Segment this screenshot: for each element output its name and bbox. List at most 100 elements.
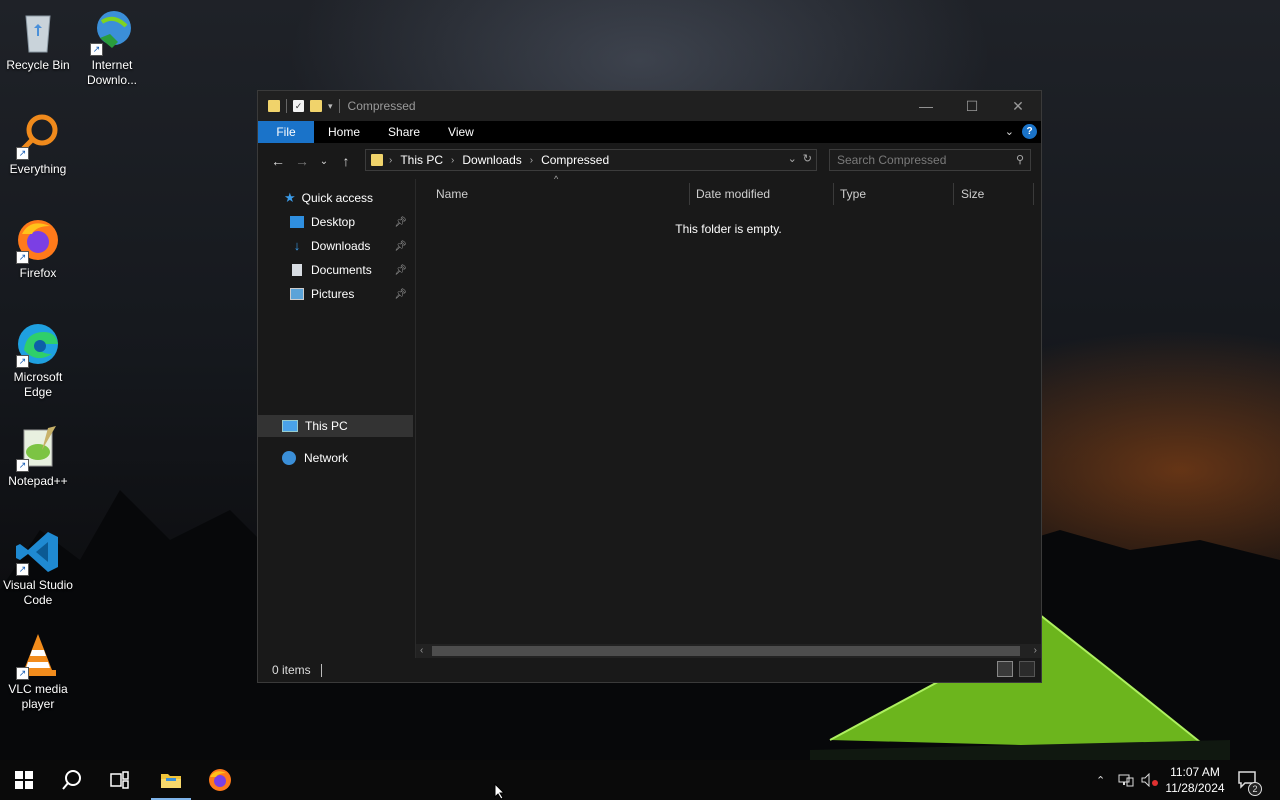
network-status-icon[interactable] bbox=[1118, 760, 1134, 800]
mouse-pointer-icon bbox=[494, 783, 506, 800]
scrollbar-thumb[interactable] bbox=[432, 646, 1020, 656]
column-divider[interactable] bbox=[1033, 183, 1034, 205]
tab-share[interactable]: Share bbox=[374, 121, 434, 143]
tab-home[interactable]: Home bbox=[314, 121, 374, 143]
new-folder-icon[interactable] bbox=[310, 100, 322, 112]
vlc-cone-icon: ↗ bbox=[14, 632, 62, 680]
breadcrumb-chevron-icon[interactable]: › bbox=[451, 155, 454, 166]
column-name[interactable]: Name bbox=[436, 187, 468, 201]
shortcut-arrow-icon: ↗ bbox=[16, 251, 29, 264]
nav-label: Documents bbox=[311, 263, 372, 277]
qat-separator bbox=[338, 99, 340, 113]
desktop-icon-recycle-bin[interactable]: Recycle Bin bbox=[0, 8, 76, 73]
download-arrow-icon: ↓ bbox=[293, 238, 301, 253]
nav-label: Pictures bbox=[311, 287, 355, 301]
start-button[interactable] bbox=[0, 760, 48, 800]
column-divider[interactable] bbox=[833, 183, 834, 205]
pin-icon[interactable]: 📌︎ bbox=[394, 217, 407, 228]
column-divider[interactable] bbox=[953, 183, 954, 205]
minimize-button[interactable]: — bbox=[903, 91, 949, 121]
forward-arrow-icon[interactable]: → bbox=[290, 153, 314, 169]
desktop-icon-label: Everything bbox=[9, 162, 67, 176]
pin-icon[interactable]: 📌︎ bbox=[394, 289, 407, 300]
column-date-modified[interactable]: Date modified bbox=[696, 187, 770, 201]
desktop-icon-label: Internet Downlo... bbox=[86, 58, 138, 87]
address-bar[interactable]: › This PC › Downloads › Compressed ⌄ ↻ bbox=[365, 149, 817, 171]
maximize-button[interactable]: ☐ bbox=[949, 91, 995, 121]
desktop-icon-firefox[interactable]: ↗ Firefox bbox=[0, 216, 76, 281]
taskbar-file-explorer[interactable] bbox=[147, 760, 195, 800]
tab-view[interactable]: View bbox=[434, 121, 488, 143]
scroll-left-icon[interactable]: ‹ bbox=[420, 644, 423, 658]
recycle-bin-icon bbox=[14, 8, 62, 56]
scroll-right-icon[interactable]: › bbox=[1034, 644, 1037, 658]
nav-item-downloads[interactable]: ↓ Downloads 📌︎ bbox=[258, 235, 413, 257]
nav-item-this-pc[interactable]: This PC bbox=[258, 415, 413, 437]
task-view-icon bbox=[110, 771, 129, 789]
task-view-button[interactable] bbox=[96, 760, 144, 800]
help-icon[interactable]: ? bbox=[1022, 124, 1037, 139]
nav-item-documents[interactable]: Documents 📌︎ bbox=[258, 259, 413, 281]
computer-icon bbox=[282, 420, 298, 432]
desktop-icon-label: Notepad++ bbox=[8, 474, 68, 488]
sort-ascending-icon: ^ bbox=[554, 174, 559, 184]
nav-item-network[interactable]: Network bbox=[258, 447, 413, 469]
quick-access-toolbar: ✓ ▾ bbox=[258, 99, 340, 113]
nav-label: Desktop bbox=[311, 215, 356, 229]
nav-label: Network bbox=[304, 451, 349, 465]
desktop-icon-vlc-media-player[interactable]: ↗ VLC media player bbox=[0, 632, 76, 712]
desktop-icon-internet-download-manager[interactable]: ↗ Internet Downlo... bbox=[74, 8, 150, 88]
desktop-icon-visual-studio-code[interactable]: ↗ Visual Studio Code bbox=[0, 528, 76, 608]
notepad-plus-plus-icon: ↗ bbox=[14, 424, 62, 472]
breadcrumb-chevron-icon[interactable]: › bbox=[530, 155, 533, 166]
taskbar-search-button[interactable] bbox=[48, 760, 96, 800]
customize-qat-dropdown-icon[interactable]: ▾ bbox=[328, 101, 333, 112]
desktop-folder-icon bbox=[290, 216, 304, 228]
nav-item-quick-access[interactable]: ★ Quick access bbox=[258, 187, 413, 209]
expand-ribbon-icon[interactable]: ⌄ bbox=[1005, 125, 1014, 138]
breadcrumb-compressed[interactable]: Compressed bbox=[541, 153, 609, 167]
breadcrumb-chevron-icon[interactable]: › bbox=[389, 155, 392, 166]
large-icons-view-button[interactable] bbox=[1019, 661, 1035, 677]
up-arrow-icon[interactable]: ↑ bbox=[334, 153, 358, 169]
desktop-icon-everything[interactable]: ↗ Everything bbox=[0, 112, 76, 177]
taskbar-firefox[interactable] bbox=[196, 760, 244, 800]
properties-icon[interactable]: ✓ bbox=[293, 100, 304, 112]
column-divider[interactable] bbox=[689, 183, 690, 205]
nav-item-pictures[interactable]: Pictures 📌︎ bbox=[258, 283, 413, 305]
pictures-icon bbox=[290, 288, 304, 300]
search-box[interactable]: ⚲ bbox=[829, 149, 1031, 171]
search-icon bbox=[62, 770, 81, 790]
action-center-button[interactable]: 2 bbox=[1238, 760, 1262, 800]
refresh-icon[interactable]: ↻ bbox=[803, 152, 812, 165]
shortcut-arrow-icon: ↗ bbox=[16, 147, 29, 160]
desktop-icon-notepad-plus-plus[interactable]: ↗ Notepad++ bbox=[0, 424, 76, 489]
shortcut-arrow-icon: ↗ bbox=[16, 563, 29, 576]
pin-icon[interactable]: 📌︎ bbox=[394, 241, 407, 252]
breadcrumb-this-pc[interactable]: This PC bbox=[400, 153, 443, 167]
address-dropdown-icon[interactable]: ⌄ bbox=[788, 152, 797, 165]
firefox-icon bbox=[209, 769, 231, 791]
system-clock[interactable]: 11:07 AM 11/28/2024 bbox=[1160, 764, 1230, 796]
back-arrow-icon[interactable]: ← bbox=[266, 153, 290, 169]
search-input[interactable] bbox=[830, 150, 1004, 170]
show-hidden-icons-chevron-icon[interactable]: ⌃ bbox=[1096, 760, 1105, 800]
search-icon[interactable]: ⚲ bbox=[1016, 153, 1024, 166]
firefox-icon: ↗ bbox=[14, 216, 62, 264]
details-view-button[interactable] bbox=[997, 661, 1013, 677]
column-type[interactable]: Type bbox=[840, 187, 866, 201]
close-button[interactable]: ✕ bbox=[995, 91, 1041, 121]
desktop-icon-label: Visual Studio Code bbox=[3, 578, 73, 607]
clock-date: 11/28/2024 bbox=[1165, 781, 1225, 795]
breadcrumb-downloads[interactable]: Downloads bbox=[462, 153, 521, 167]
desktop-icon-microsoft-edge[interactable]: ↗ Microsoft Edge bbox=[0, 320, 76, 400]
nav-item-desktop[interactable]: Desktop 📌︎ bbox=[258, 211, 413, 233]
explorer-body: ★ Quick access Desktop 📌︎ ↓ Downloads 📌︎… bbox=[258, 174, 1041, 658]
column-size[interactable]: Size bbox=[961, 187, 984, 201]
pin-icon[interactable]: 📌︎ bbox=[394, 265, 407, 276]
horizontal-scrollbar[interactable]: ‹ › bbox=[416, 644, 1041, 658]
title-bar[interactable]: ✓ ▾ Compressed — ☐ ✕ bbox=[258, 91, 1041, 121]
tab-file[interactable]: File bbox=[258, 121, 314, 143]
recent-locations-chevron-icon[interactable]: ⌄ bbox=[314, 156, 334, 167]
volume-muted-icon[interactable] bbox=[1141, 760, 1159, 800]
